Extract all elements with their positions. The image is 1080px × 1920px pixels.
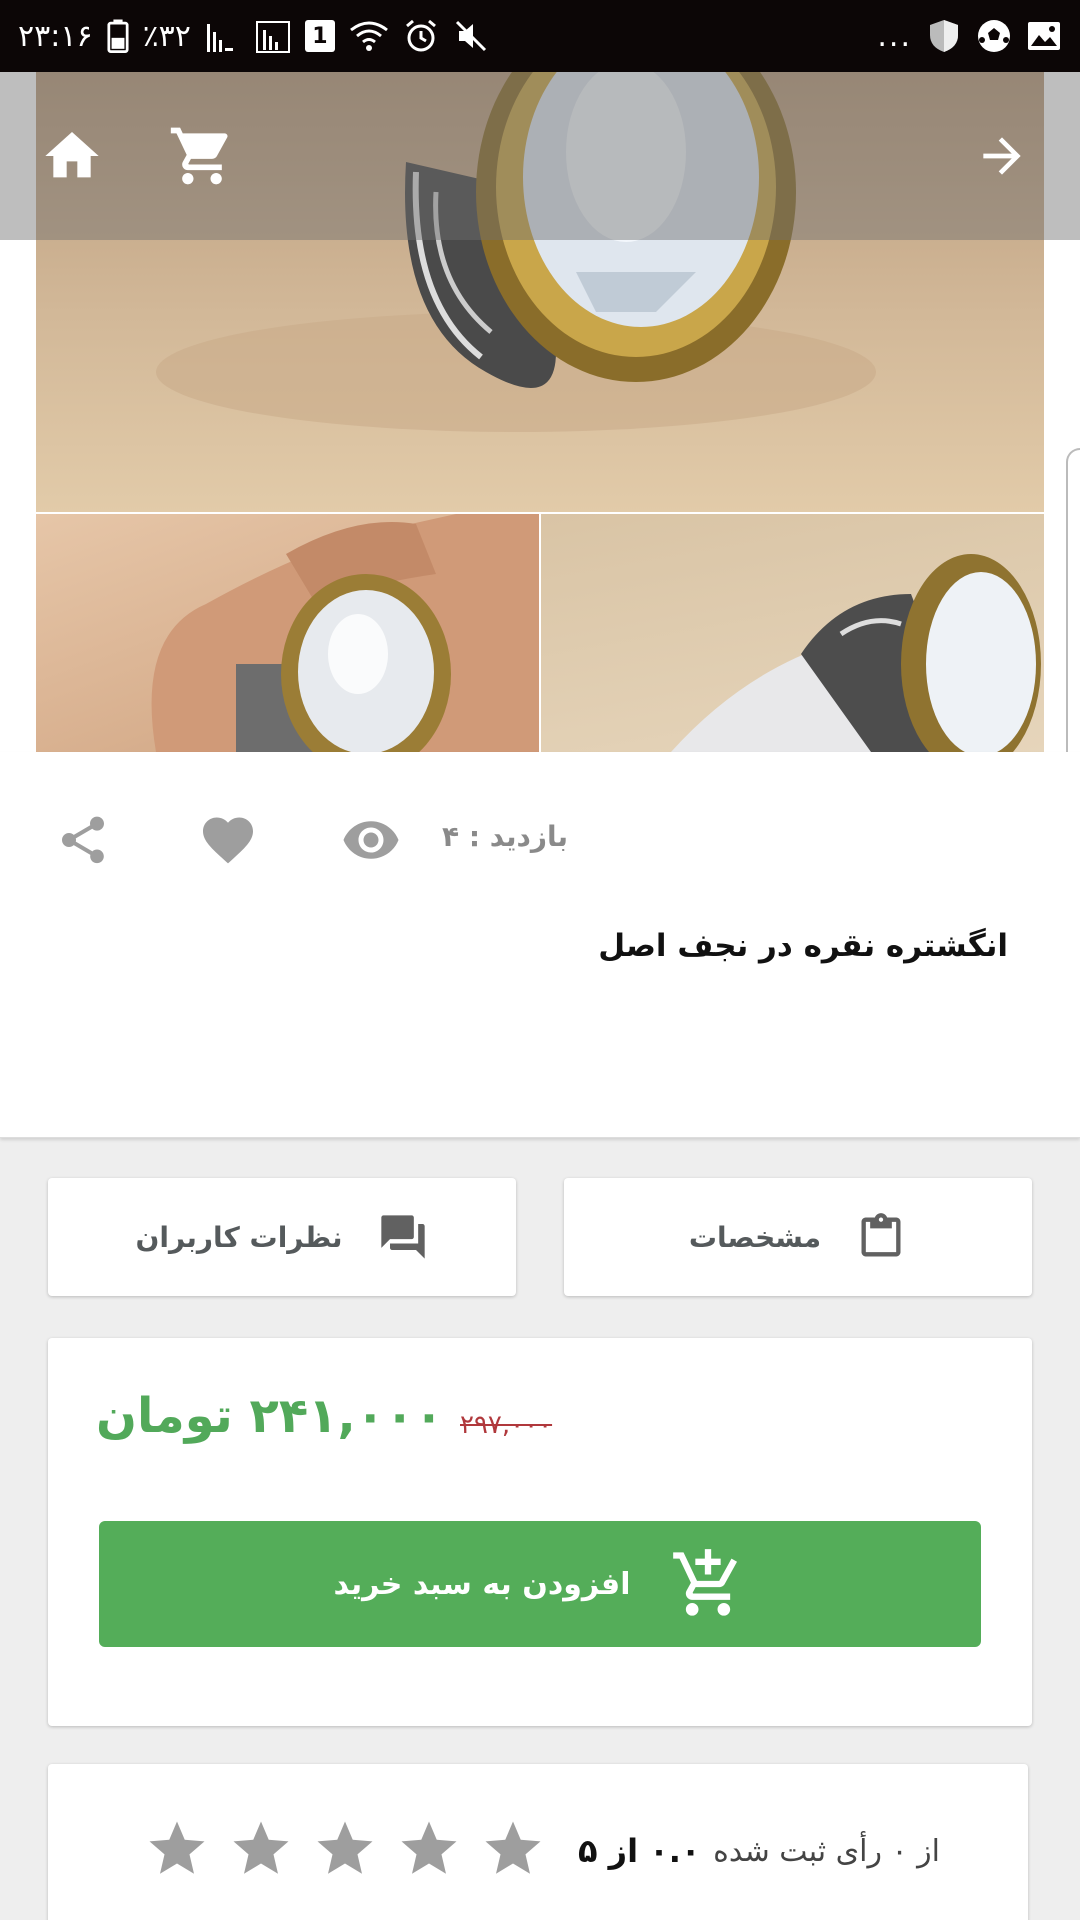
clipboard-icon — [861, 1213, 901, 1257]
heart-icon — [203, 817, 253, 864]
visit-count: بازدید : ۴ — [442, 820, 568, 853]
top-toolbar — [0, 72, 1080, 240]
star-icon[interactable] — [144, 1816, 210, 1882]
star-rating[interactable] — [144, 1816, 546, 1882]
shield-icon — [930, 20, 958, 52]
old-price: ۲۹۷,۰۰۰ — [460, 1410, 553, 1440]
share-button[interactable] — [55, 812, 115, 872]
ring-side-illustration — [671, 554, 1041, 752]
sim-badge: 1 — [304, 20, 335, 52]
tab-specifications[interactable]: مشخصات — [564, 1178, 1032, 1296]
rating-count: از ۰ رأی ثبت شده — [713, 1834, 940, 1869]
tab-specifications-label: مشخصات — [688, 1220, 822, 1254]
product-image-thumb-1[interactable] — [36, 514, 539, 752]
status-time: ۲۳:۱۶ — [18, 18, 93, 54]
home-button[interactable] — [34, 118, 110, 194]
chat-icon — [380, 1215, 425, 1259]
star-icon[interactable] — [312, 1816, 378, 1882]
eye-icon — [343, 821, 399, 859]
favorite-button[interactable] — [198, 810, 258, 870]
arrow-forward-icon — [983, 137, 1021, 175]
overflow-dots: ... — [877, 18, 912, 54]
status-bar: ۲۳:۱۶ ٪۳۲ 1 ... — [0, 0, 1080, 72]
price-card: ۲۴۱,۰۰۰ تومان ۲۹۷,۰۰۰ افزودن به سبد خرید — [48, 1338, 1032, 1726]
add-shopping-cart-icon — [673, 1549, 738, 1616]
image-icon — [1028, 22, 1060, 50]
star-icon[interactable] — [228, 1816, 294, 1882]
back-button[interactable] — [964, 118, 1040, 194]
share-icon — [62, 816, 104, 864]
home-icon — [45, 132, 99, 178]
star-icon[interactable] — [480, 1816, 546, 1882]
hand-ring-illustration — [151, 514, 539, 752]
add-to-cart-label: افزودن به سبد خرید — [333, 1566, 631, 1602]
battery-percent: ٪۳۲ — [142, 18, 191, 54]
add-to-cart-button[interactable]: افزودن به سبد خرید — [99, 1521, 981, 1647]
alarm-icon — [405, 19, 436, 52]
product-info-card: بازدید : ۴ انگشتره نقره در نجف اصل — [0, 752, 1080, 1138]
rating-card: ۰.۰ از ۵ از ۰ رأی ثبت شده — [48, 1764, 1028, 1920]
signal-icon-2 — [255, 21, 290, 53]
product-title: انگشتره نقره در نجف اصل — [598, 928, 1008, 964]
mute-icon — [455, 20, 486, 52]
soccer-ball-icon — [978, 20, 1010, 52]
rating-score: ۰.۰ از ۵ — [578, 1832, 701, 1870]
cart-button[interactable] — [164, 118, 240, 194]
tab-user-reviews[interactable]: نظرات کاربران — [48, 1178, 516, 1296]
status-left: ۲۳:۱۶ ٪۳۲ 1 — [18, 18, 489, 54]
status-right: ... — [877, 18, 1062, 54]
signal-icon — [206, 24, 233, 52]
cart-icon — [170, 127, 228, 185]
star-icon[interactable] — [396, 1816, 462, 1882]
current-price: ۲۴۱,۰۰۰ تومان — [96, 1388, 444, 1444]
tab-user-reviews-label: نظرات کاربران — [135, 1220, 343, 1254]
battery-icon — [107, 19, 129, 53]
wifi-icon — [349, 21, 388, 51]
product-image-thumb-2[interactable] — [541, 514, 1044, 752]
